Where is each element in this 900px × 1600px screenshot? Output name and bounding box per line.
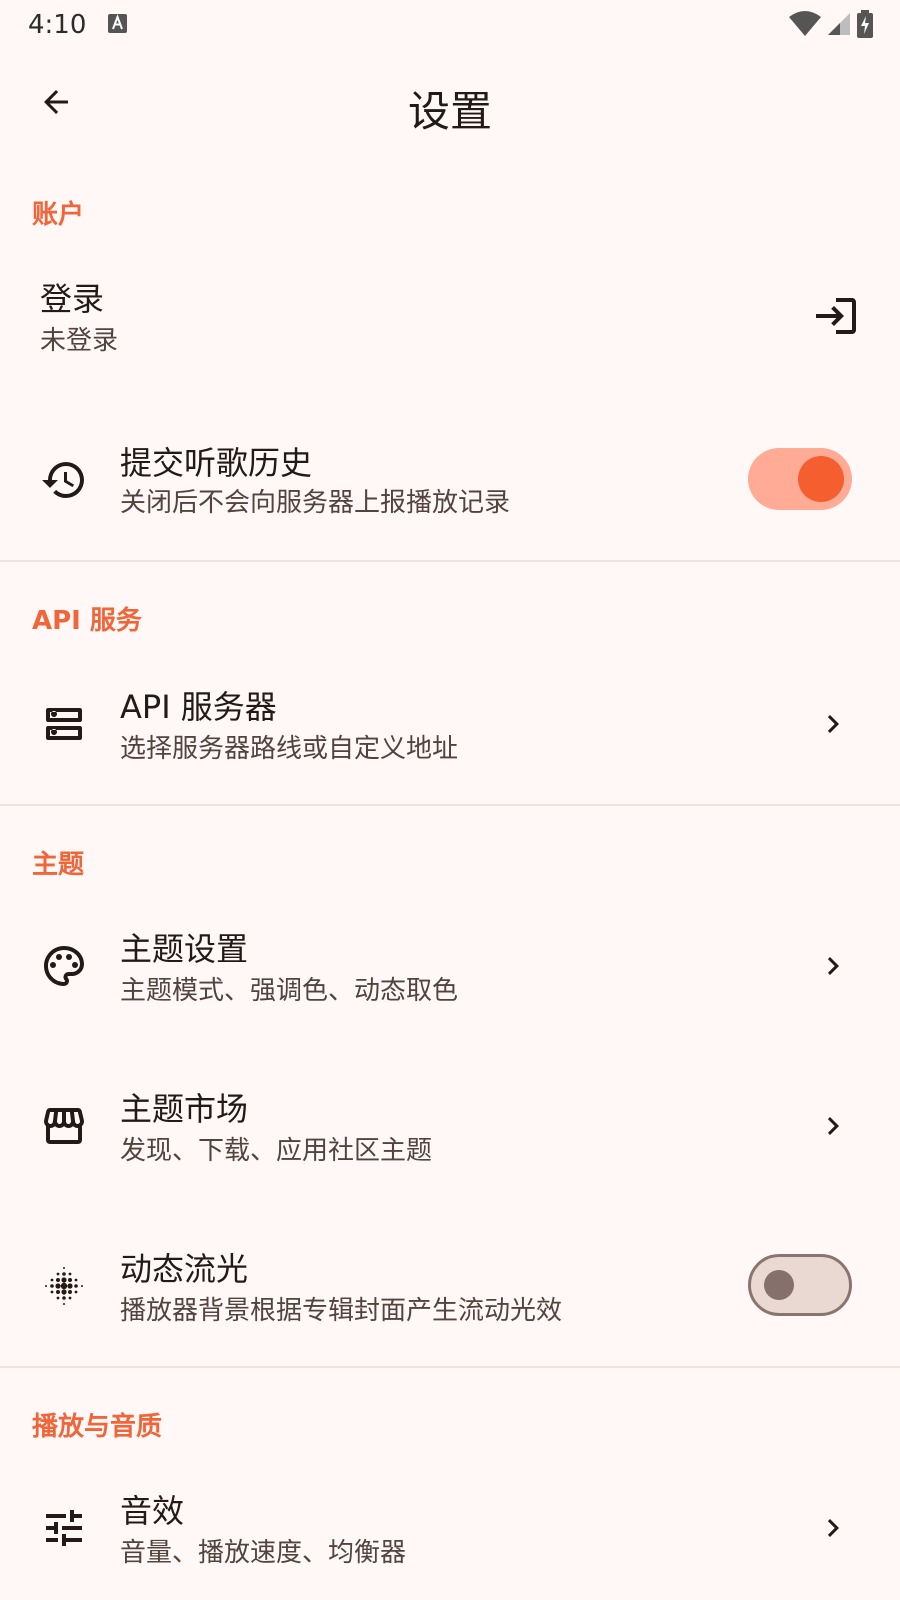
theme-market-title: 主题市场	[120, 1090, 249, 1128]
sound-effects-title: 音效	[120, 1492, 185, 1530]
login-subtitle: 未登录	[40, 326, 119, 356]
submit-history-title: 提交听歌历史	[120, 444, 313, 482]
section-header-theme: 主题	[32, 850, 85, 880]
login-title: 登录	[40, 280, 105, 318]
api-server-title: API 服务器	[120, 688, 277, 726]
divider	[0, 1366, 900, 1368]
divider	[0, 804, 900, 806]
status-bar: 4:10	[0, 0, 900, 50]
top-app-bar: 设置	[0, 50, 900, 160]
submit-history-subtitle: 关闭后不会向服务器上报播放记录	[120, 488, 511, 518]
dynamic-flow-row[interactable]: 动态流光 播放器背景根据专辑封面产生流动光效	[0, 1220, 900, 1350]
theme-market-row[interactable]: 主题市场 发现、下载、应用社区主题	[0, 1060, 900, 1190]
storefront-icon	[40, 1102, 88, 1150]
wifi-icon	[789, 11, 821, 36]
chevron-right-icon	[827, 957, 839, 975]
status-time: 4:10	[28, 10, 87, 40]
theme-settings-subtitle: 主题模式、强调色、动态取色	[120, 976, 459, 1006]
cellular-signal-icon	[828, 13, 850, 35]
battery-charging-icon	[857, 10, 873, 38]
dynamic-flow-subtitle: 播放器背景根据专辑封面产生流动光效	[120, 1296, 563, 1326]
sound-effects-subtitle: 音量、播放速度、均衡器	[120, 1538, 407, 1568]
dynamic-flow-switch[interactable]	[748, 1254, 852, 1316]
theme-market-subtitle: 发现、下载、应用社区主题	[120, 1136, 433, 1166]
blur-dots-icon	[40, 1262, 88, 1310]
chevron-right-icon	[827, 1519, 839, 1537]
switch-thumb	[798, 456, 844, 502]
submit-history-row[interactable]: 提交听歌历史 关闭后不会向服务器上报播放记录	[0, 418, 900, 548]
history-icon	[40, 456, 88, 504]
login-row[interactable]: 登录 未登录	[0, 258, 900, 378]
api-server-subtitle: 选择服务器路线或自定义地址	[120, 734, 459, 764]
submit-history-switch[interactable]	[748, 448, 852, 510]
switch-thumb	[764, 1270, 794, 1300]
theme-settings-row[interactable]: 主题设置 主题模式、强调色、动态取色	[0, 900, 900, 1030]
page-title: 设置	[407, 87, 492, 136]
palette-icon	[40, 942, 88, 990]
section-header-playback: 播放与音质	[32, 1412, 163, 1442]
theme-settings-title: 主题设置	[120, 930, 249, 968]
api-server-row[interactable]: API 服务器 选择服务器路线或自定义地址	[0, 660, 900, 790]
dynamic-flow-title: 动态流光	[120, 1250, 249, 1288]
chevron-right-icon	[827, 715, 839, 733]
server-icon	[40, 700, 88, 748]
chevron-right-icon	[827, 1117, 839, 1135]
section-header-account: 账户	[32, 200, 85, 230]
tune-icon	[40, 1504, 88, 1552]
sound-effects-row[interactable]: 音效 音量、播放速度、均衡器	[0, 1464, 900, 1594]
login-icon[interactable]	[812, 292, 860, 340]
divider	[0, 560, 900, 562]
accessibility-notification-icon	[108, 14, 127, 33]
section-header-api: API 服务	[32, 606, 142, 636]
